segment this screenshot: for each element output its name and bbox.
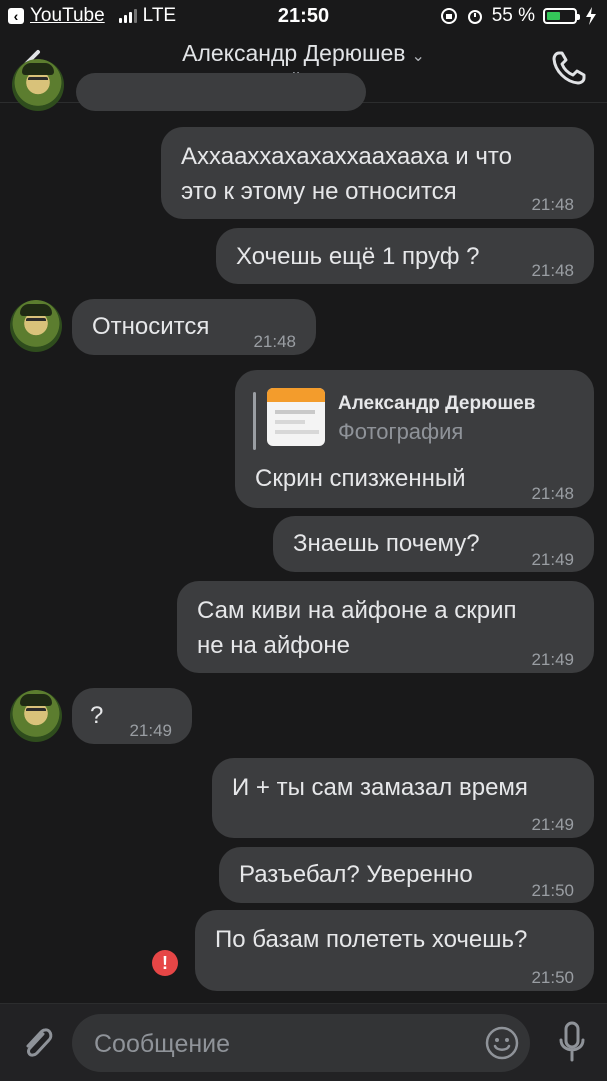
battery-icon [543, 8, 580, 24]
send-failed-icon[interactable]: ! [152, 950, 178, 976]
phone-call-button[interactable] [549, 48, 589, 88]
message-composer[interactable] [72, 1014, 530, 1074]
message-time: 21:49 [531, 650, 574, 669]
thumbnail-line [275, 430, 319, 434]
thumbnail-header [267, 388, 325, 402]
message-time: 21:50 [531, 881, 574, 900]
message-time: 21:48 [531, 484, 574, 503]
message-text: Аххааххахахаххаахааха и что [181, 143, 512, 170]
message-input-bar [0, 1003, 607, 1081]
message-bubble-forwarded[interactable]: Александр Дерюшев Фотография Скрин спизж… [235, 370, 594, 508]
chevron-down-icon[interactable]: ⌄ [411, 48, 424, 65]
message-bubble-incoming[interactable]: ? 21:49 [72, 688, 192, 744]
message-bubble-outgoing[interactable]: По базам полететь хочешь? 21:50 [195, 910, 594, 991]
message-text: Знаешь почему? [293, 530, 480, 557]
message-bubble-outgoing[interactable]: Аххааххахахаххаахааха и что это к этому … [161, 127, 594, 219]
contact-avatar[interactable] [10, 300, 62, 352]
orientation-lock-icon [440, 8, 457, 24]
forwarded-photo-thumbnail[interactable] [267, 388, 325, 446]
contact-name[interactable]: Александр Дерюшев [182, 40, 405, 66]
message-bubble-outgoing[interactable]: И + ты сам замазал время 21:49 [212, 758, 594, 838]
message-text: Сам киви на айфоне а скрип [197, 597, 517, 624]
contact-title[interactable]: Александр Дерюшев ⌄ [0, 40, 607, 67]
battery-level-fill [547, 12, 560, 20]
message-time: 21:49 [531, 815, 574, 834]
battery-percent: 55 % [491, 5, 535, 26]
message-text: Относится [92, 313, 210, 340]
message-text: По базам полететь хочешь? [215, 926, 528, 953]
message-text: Скрин спизженный [255, 465, 466, 492]
thumbnail-line [275, 410, 315, 414]
alarm-icon [467, 10, 482, 24]
message-feed[interactable]: Аххааххахахаххаахааха и что это к этому … [0, 59, 607, 1003]
message-bubble-outgoing[interactable]: Сам киви на айфоне а скрип не на айфоне … [177, 581, 594, 673]
forwarded-type: Фотография [338, 419, 464, 444]
status-bar: ‹ YouTube LTE 21:50 55 % [0, 0, 607, 34]
message-time: 21:49 [531, 550, 574, 569]
charging-bolt-icon [586, 7, 596, 25]
message-bubble-outgoing[interactable]: Хочешь ещё 1 пруф ? 21:48 [216, 228, 594, 284]
status-right: 55 % [440, 5, 597, 27]
message-text: это к этому не относится [181, 178, 457, 205]
message-text: Хочешь ещё 1 пруф ? [236, 243, 480, 270]
message-time: 21:48 [253, 332, 296, 351]
emoji-icon[interactable] [484, 1025, 520, 1061]
thumbnail-line [275, 420, 305, 424]
message-text: И + ты сам замазал время [232, 774, 528, 801]
message-text: Разъебал? Уверенно [239, 861, 473, 888]
microphone-icon[interactable] [557, 1020, 587, 1064]
message-time: 21:48 [531, 195, 574, 214]
message-text: не на айфоне [197, 632, 350, 659]
paperclip-icon[interactable] [18, 1022, 54, 1062]
message-time: 21:48 [531, 261, 574, 280]
forward-indicator [253, 392, 256, 450]
contact-avatar[interactable] [12, 59, 64, 111]
message-bubble-outgoing[interactable]: Знаешь почему? 21:49 [273, 516, 594, 572]
message-bubble-incoming[interactable]: Относится 21:48 [72, 299, 316, 355]
message-bubble-partial[interactable] [76, 73, 366, 111]
message-text: ? [90, 702, 104, 729]
message-time: 21:49 [129, 721, 172, 740]
message-bubble-outgoing[interactable]: Разъебал? Уверенно 21:50 [219, 847, 594, 903]
contact-avatar[interactable] [10, 690, 62, 742]
message-input[interactable] [92, 1014, 476, 1074]
message-time: 21:50 [531, 968, 574, 987]
